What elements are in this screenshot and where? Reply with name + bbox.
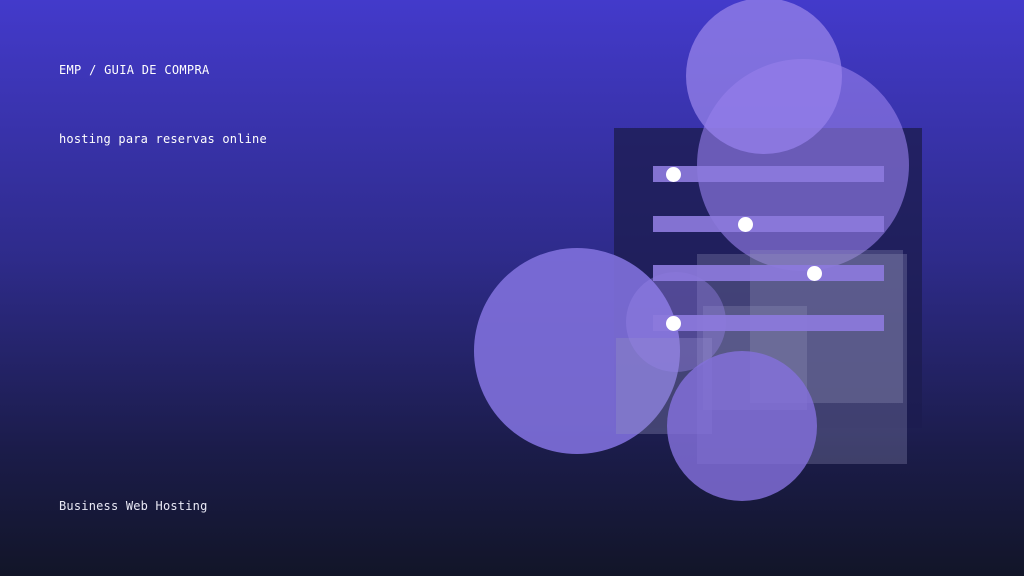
slider-track-3 — [653, 265, 884, 281]
slider-track-2 — [653, 216, 884, 232]
slider-track-4 — [653, 315, 884, 331]
slider-track-1 — [653, 166, 884, 182]
slider-knob-1 — [666, 166, 682, 182]
slider-knob-2 — [737, 216, 753, 232]
decorative-circle-large — [697, 59, 909, 271]
slider-knob-3 — [807, 265, 823, 281]
decorative-circle-bottom — [667, 351, 817, 501]
hero-illustration — [0, 0, 1024, 576]
slider-knob-4 — [666, 315, 682, 331]
